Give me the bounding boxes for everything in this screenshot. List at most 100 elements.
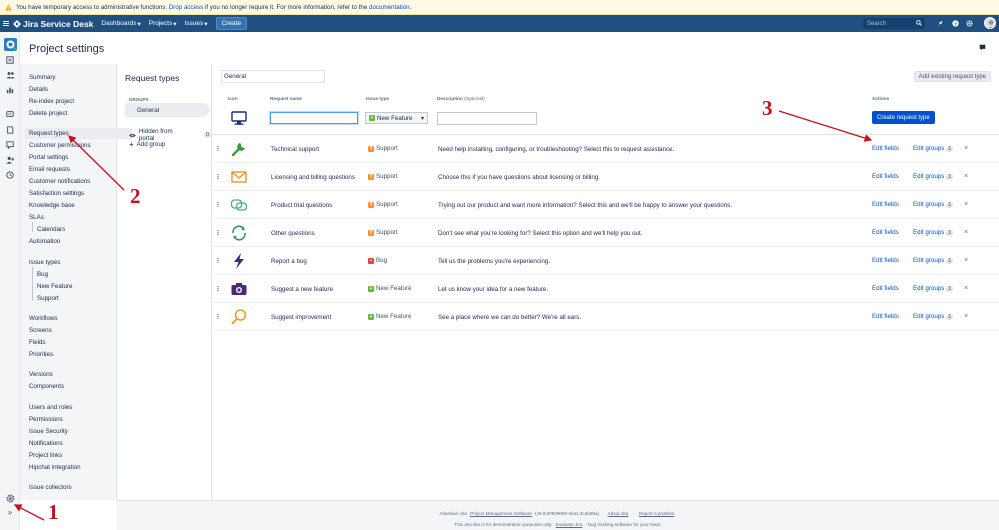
knowledge-base-icon[interactable] <box>5 125 15 135</box>
expand-sidebar-icon[interactable]: » <box>5 507 15 517</box>
sidebar-item-reindex[interactable]: Re-index project <box>29 98 74 105</box>
sidebar-item-customer-permissions[interactable]: Customer permissions <box>29 142 91 149</box>
sidebar-item-calendars[interactable]: Calendars <box>37 226 65 233</box>
edit-fields-link[interactable]: Edit fields <box>872 173 899 180</box>
request-type-row[interactable]: Technical support ? Support Need help ins… <box>213 135 999 163</box>
remove-icon[interactable]: × <box>964 201 968 208</box>
sidebar-item-users-roles[interactable]: Users and roles <box>29 404 72 411</box>
sidebar-item-slas[interactable]: SLAs <box>29 214 44 221</box>
drag-handle-icon[interactable] <box>217 258 219 263</box>
project-avatar[interactable] <box>4 38 17 51</box>
sidebar-item-permissions[interactable]: Permissions <box>29 416 63 423</box>
request-type-row[interactable]: Licensing and billing questions ? Support… <box>213 163 999 191</box>
documentation-link[interactable]: documentation. <box>369 4 411 11</box>
drag-handle-icon[interactable] <box>217 202 219 207</box>
sidebar-item-knowledge-base[interactable]: Knowledge base <box>29 202 75 209</box>
about-jira-link[interactable]: About Jira <box>608 511 629 516</box>
customers-icon[interactable] <box>5 70 15 80</box>
report-problem-link[interactable]: Report a problem <box>639 511 675 516</box>
description-input[interactable] <box>437 112 537 125</box>
drag-handle-icon[interactable] <box>217 230 219 235</box>
nav-dashboards[interactable]: Dashboards ▾ <box>101 20 140 28</box>
sidebar-item-satisfaction-settings[interactable]: Satisfaction settings <box>29 190 84 197</box>
group-general[interactable]: General <box>125 103 205 117</box>
edit-fields-link[interactable]: Edit fields <box>872 285 899 292</box>
sidebar-item-versions[interactable]: Versions <box>29 371 53 378</box>
sidebar-item-customer-notifications[interactable]: Customer notifications <box>29 178 90 185</box>
sidebar-item-screens[interactable]: Screens <box>29 327 52 334</box>
sidebar-item-details[interactable]: Details <box>29 86 48 93</box>
sidebar-item-summary[interactable]: Summary <box>29 74 55 81</box>
sidebar-item-new-feature[interactable]: New Feature <box>37 283 72 290</box>
edit-groups-link[interactable]: Edit groups 1 <box>913 145 954 152</box>
feedback-pin-icon[interactable] <box>979 44 986 51</box>
invite-team-icon[interactable] <box>5 155 15 165</box>
sidebar-item-notifications[interactable]: Notifications <box>29 440 63 447</box>
drag-handle-icon[interactable] <box>217 174 219 179</box>
user-avatar[interactable] <box>984 17 996 29</box>
sidebar-item-priorities[interactable]: Priorities <box>29 351 53 358</box>
group-hidden-from-portal[interactable]: Hidden from portal 0 <box>129 128 211 142</box>
issue-type-select[interactable]: + New Feature ▾ <box>365 112 428 124</box>
request-name-input[interactable] <box>270 112 358 124</box>
edit-fields-link[interactable]: Edit fields <box>872 313 899 320</box>
edit-fields-link[interactable]: Edit fields <box>872 257 899 264</box>
create-request-type-button[interactable]: Create request type <box>872 111 935 124</box>
edit-fields-link[interactable]: Edit fields <box>872 145 899 152</box>
remove-icon[interactable]: × <box>964 285 968 292</box>
sla-clock-icon[interactable] <box>5 170 15 180</box>
edit-groups-link[interactable]: Edit groups 1 <box>913 285 954 292</box>
edit-fields-link[interactable]: Edit fields <box>872 201 899 208</box>
sidebar-item-issue-types[interactable]: Issue types <box>29 259 60 266</box>
channels-icon[interactable] <box>5 109 15 119</box>
sidebar-item-issue-collectors[interactable]: Issue collectors <box>29 484 72 491</box>
reports-icon[interactable] <box>5 85 15 95</box>
edit-groups-link[interactable]: Edit groups 1 <box>913 257 954 264</box>
sidebar-item-delete[interactable]: Delete project <box>29 110 67 117</box>
evaluate-jira-link[interactable]: Evaluate Jira <box>556 522 583 527</box>
queues-icon[interactable] <box>5 55 15 65</box>
add-existing-request-type-button[interactable]: Add existing request type <box>913 71 991 82</box>
sidebar-item-project-links[interactable]: Project links <box>29 452 62 459</box>
gear-icon[interactable] <box>964 18 974 28</box>
edit-fields-link[interactable]: Edit fields <box>872 229 899 236</box>
feedback-icon[interactable] <box>935 18 945 28</box>
edit-groups-link[interactable]: Edit groups 1 <box>913 173 954 180</box>
project-settings-gear-icon[interactable] <box>5 493 15 503</box>
group-name-input[interactable]: General <box>221 70 325 83</box>
jira-logo[interactable]: Jira Service Desk <box>13 19 93 29</box>
sidebar-item-automation[interactable]: Automation <box>29 238 60 245</box>
sidebar-item-components[interactable]: Components <box>29 383 64 390</box>
drag-handle-icon[interactable] <box>217 286 219 291</box>
edit-groups-link[interactable]: Edit groups 1 <box>913 229 954 236</box>
sidebar-item-issue-security[interactable]: Issue Security <box>29 428 68 435</box>
feedback-sidebar-icon[interactable] <box>5 140 15 150</box>
nav-issues[interactable]: Issues ▾ <box>185 20 208 28</box>
request-type-row[interactable]: Suggest improvement + New Feature See a p… <box>213 303 999 331</box>
remove-icon[interactable]: × <box>964 313 968 320</box>
sidebar-item-bug[interactable]: Bug <box>37 271 48 278</box>
drop-access-link[interactable]: Drop access <box>169 4 203 11</box>
drag-handle-icon[interactable] <box>217 146 219 151</box>
search-input[interactable]: Search <box>863 18 925 29</box>
request-type-row[interactable]: Report a bug • Bug Tell us the problems y… <box>213 247 999 275</box>
remove-icon[interactable]: × <box>964 229 968 236</box>
remove-icon[interactable]: × <box>964 257 968 264</box>
sidebar-item-support[interactable]: Support <box>37 295 59 302</box>
nav-projects[interactable]: Projects ▾ <box>149 20 177 28</box>
sidebar-item-fields[interactable]: Fields <box>29 339 46 346</box>
sidebar-item-hipchat[interactable]: Hipchat integration <box>29 464 81 471</box>
sidebar-item-portal-settings[interactable]: Portal settings <box>29 154 68 161</box>
sidebar-item-email-requests[interactable]: Email requests <box>29 166 70 173</box>
edit-groups-link[interactable]: Edit groups 1 <box>913 313 954 320</box>
add-group-button[interactable]: + Add group <box>129 140 165 148</box>
app-switcher-icon[interactable] <box>3 20 9 27</box>
remove-icon[interactable]: × <box>964 145 968 152</box>
request-type-row[interactable]: Product trial questions ? Support Trying … <box>213 191 999 219</box>
drag-handle-icon[interactable] <box>217 314 219 319</box>
help-icon[interactable]: ? <box>950 18 960 28</box>
edit-groups-link[interactable]: Edit groups 1 <box>913 201 954 208</box>
monitor-icon[interactable] <box>231 111 247 126</box>
request-type-row[interactable]: Other questions ? Support Don't see what … <box>213 219 999 247</box>
create-button[interactable]: Create <box>215 17 248 30</box>
